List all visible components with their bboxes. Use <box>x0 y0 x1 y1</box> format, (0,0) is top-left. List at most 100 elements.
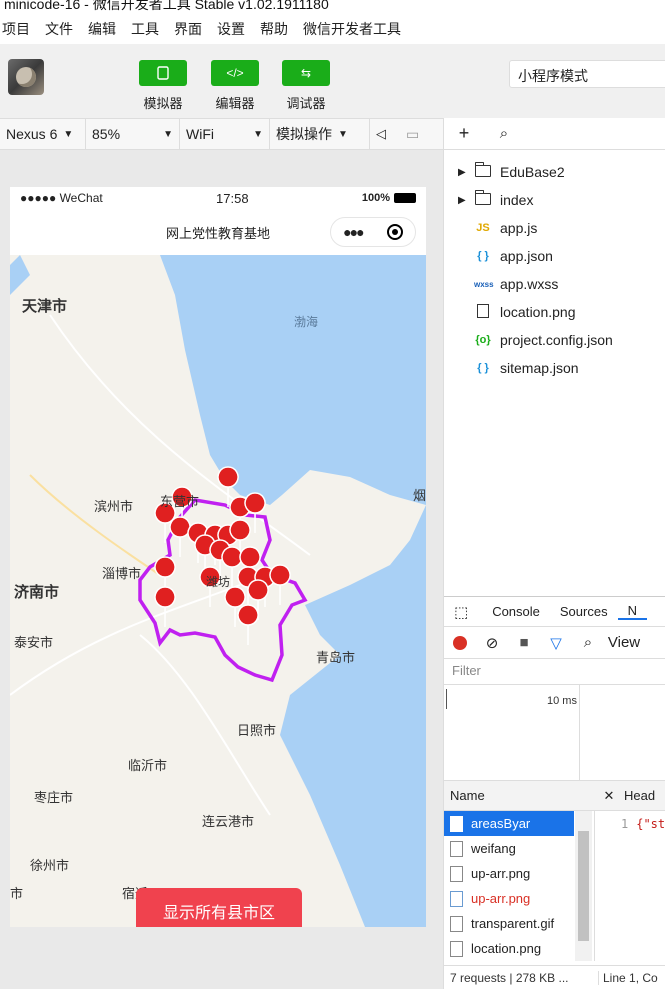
filter-icon[interactable]: ▽ <box>540 634 572 652</box>
map-label: 日照市 <box>237 723 277 738</box>
chevron-down-icon: ▼ <box>63 128 74 140</box>
map-label: 东营市 <box>160 494 200 509</box>
window-icon[interactable]: ▭ <box>400 119 430 149</box>
config-icon: {o} <box>475 334 491 346</box>
network-select[interactable]: WiFi ▼ <box>180 119 270 149</box>
menu-help[interactable]: 帮助 <box>258 19 295 39</box>
debugger-button[interactable]: ⇆ <box>282 60 330 86</box>
search-icon[interactable]: ⌕ <box>484 125 524 142</box>
avatar[interactable] <box>8 59 44 95</box>
response-text: {"st <box>636 817 665 831</box>
request-name: up-arr.png <box>471 891 531 906</box>
camera-icon[interactable]: ■ <box>508 634 540 651</box>
request-row[interactable]: up-arr.png <box>444 886 574 911</box>
file-tree-item[interactable]: { } sitemap.json <box>444 354 665 382</box>
menu-tools[interactable]: 工具 <box>129 19 166 39</box>
file-name: app.js <box>500 220 538 236</box>
tab-network[interactable]: N <box>617 603 647 620</box>
volume-icon[interactable]: ◁ <box>370 119 400 149</box>
map-label: 徐州市 <box>30 858 70 873</box>
file-tree-item[interactable]: location.png <box>444 298 665 326</box>
close-icon[interactable] <box>386 224 403 240</box>
chevron-down-icon: ▼ <box>338 128 348 140</box>
map-label: 济南市 <box>14 584 60 601</box>
add-icon[interactable]: + <box>444 123 484 144</box>
search-icon[interactable]: ⌕ <box>572 634 604 651</box>
request-row[interactable]: up-arr.png <box>444 861 574 886</box>
request-summary: 7 requests | 278 KB ... <box>450 970 569 985</box>
map-label: 临沂市 <box>128 758 168 773</box>
menu-edit[interactable]: 编辑 <box>86 19 123 39</box>
device-select[interactable]: Nexus 6 ▼ <box>0 119 86 149</box>
caret-right-icon: ▶ <box>458 166 466 178</box>
right-panel: + ⌕ ▶ EduBase2 ▶ index JS app.js { } app.jso… <box>443 118 665 989</box>
file-tree-item[interactable]: JS app.js <box>444 214 665 242</box>
show-all-counties-button[interactable]: 显示所有县市区 <box>136 888 302 927</box>
editor-button[interactable]: </> <box>211 60 259 86</box>
filter-bar: Filter <box>444 659 665 685</box>
map-view[interactable]: 天津市 渤海 滨州市 东营市 烟 淄博市 济南市 泰安市 潍坊 青岛市 日照市 … <box>10 255 426 927</box>
record-icon[interactable] <box>444 635 476 650</box>
menu-settings[interactable]: 设置 <box>215 19 252 39</box>
operation-select[interactable]: 模拟操作 ▼ <box>270 119 370 149</box>
tab-sources[interactable]: Sources <box>550 604 618 619</box>
file-tree-item[interactable]: {o} project.config.json <box>444 326 665 354</box>
view-label[interactable]: View <box>604 634 644 651</box>
battery: 100% <box>362 192 416 204</box>
inspect-icon[interactable]: ⬚ <box>444 603 478 621</box>
menu-wechat-devtools[interactable]: 微信开发者工具 <box>301 19 408 39</box>
devtools-panel: ⬚ Console Sources N ⊘ ■ ▽ ⌕ View Filter … <box>444 596 665 989</box>
operation-value: 模拟操作 <box>276 126 332 142</box>
capsule-menu[interactable]: ●●● <box>330 217 416 247</box>
debugger-label: 调试器 <box>286 96 326 111</box>
menu-project[interactable]: 项目 <box>0 19 37 39</box>
map-marker <box>154 586 176 628</box>
simulator-button[interactable] <box>139 60 187 86</box>
list-scrollbar[interactable] <box>575 811 592 961</box>
file-tree-item[interactable]: wxss app.wxss <box>444 270 665 298</box>
menu-file[interactable]: 文件 <box>43 19 80 39</box>
file-tree-item[interactable]: ▶ index <box>444 186 665 214</box>
close-icon[interactable]: ✕ <box>594 788 624 804</box>
folder-icon <box>474 189 492 208</box>
file-name: index <box>500 192 534 208</box>
request-row[interactable]: transparent.gif <box>444 911 574 936</box>
file-tree-item[interactable]: ▶ EduBase2 <box>444 158 665 186</box>
request-row[interactable]: areasByar <box>444 811 574 836</box>
folder-icon <box>474 161 492 180</box>
phone-time: 17:58 <box>216 190 249 206</box>
menu-interface[interactable]: 界面 <box>172 19 209 39</box>
page-title: 网上党性教育基地 <box>165 225 270 241</box>
file-tree-item[interactable]: { } app.json <box>444 242 665 270</box>
map-marker <box>237 604 259 646</box>
map-label: 烟 <box>413 488 426 503</box>
network-status-bar: 7 requests | 278 KB ... Line 1, Co <box>444 965 665 989</box>
headers-column-header[interactable]: Head <box>624 788 655 803</box>
json-icon: { } <box>477 250 489 262</box>
file-name: EduBase2 <box>500 164 565 180</box>
chevron-down-icon: ▼ <box>163 128 173 140</box>
filter-input[interactable]: Filter <box>452 663 642 683</box>
phone-icon <box>157 66 169 80</box>
mode-select[interactable]: 小程序模式 <box>509 60 665 88</box>
name-column-header[interactable]: Name <box>444 788 594 803</box>
file-name: app.json <box>500 248 553 264</box>
window-title: minicode-16 - 微信开发者工具 Stable v1.02.19111… <box>4 0 329 12</box>
map-marker <box>169 516 191 558</box>
map-label: 淄博市 <box>102 566 142 581</box>
more-icon[interactable]: ●●● <box>343 224 364 240</box>
map-label: 潍坊 <box>206 575 231 589</box>
request-row[interactable]: weifang <box>444 836 574 861</box>
zoom-select[interactable]: 85% ▼ <box>86 119 180 149</box>
request-row[interactable]: location.png <box>444 936 574 961</box>
tab-console[interactable]: Console <box>478 604 550 619</box>
device-value: Nexus 6 <box>6 126 58 142</box>
clear-icon[interactable]: ⊘ <box>476 634 508 652</box>
request-name: weifang <box>471 841 516 856</box>
caret-right-icon: ▶ <box>458 194 466 206</box>
map-label: 天津市 <box>22 298 68 315</box>
js-icon: JS <box>476 222 490 234</box>
map-label: 枣庄市 <box>34 790 74 805</box>
window-titlebar: minicode-16 - 微信开发者工具 Stable v1.02.19111… <box>0 0 665 14</box>
map-label: 连云港市 <box>202 814 255 829</box>
